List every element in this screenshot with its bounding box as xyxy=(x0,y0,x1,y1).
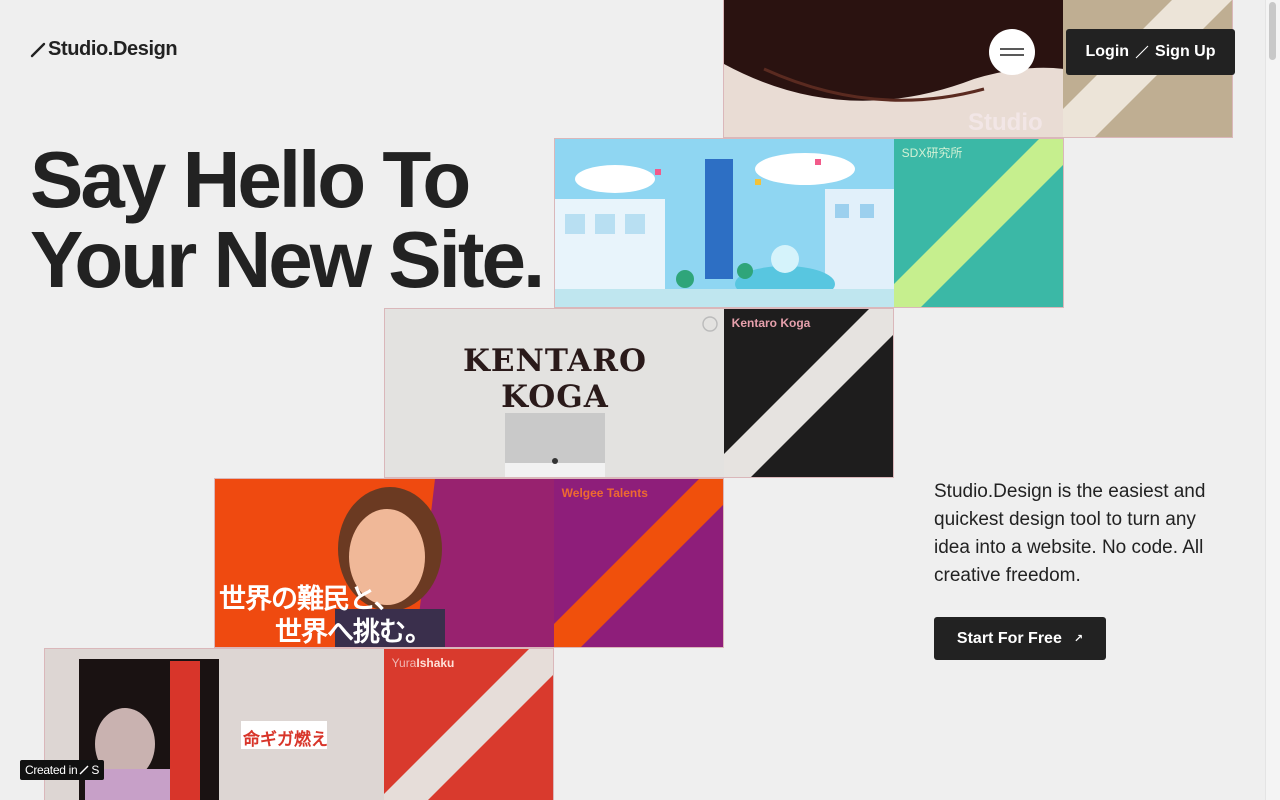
showcase-screenshot-sdx xyxy=(555,139,894,307)
created-in-badge[interactable]: Created in S xyxy=(20,760,105,780)
koga-shot-title-line-1: KENTARO xyxy=(462,343,648,379)
login-label: Login xyxy=(1085,43,1130,60)
showcase-card-sdx[interactable]: SDX研究所 xyxy=(554,138,1064,308)
diagonal-stripe-icon xyxy=(383,649,553,800)
start-for-free-button[interactable]: Start For Free ↗ xyxy=(934,617,1106,660)
sdx-illustration xyxy=(555,139,894,307)
badge-s-letter: S xyxy=(91,763,100,777)
hero-title-line-1: Say Hello To xyxy=(30,135,471,224)
koga-shot-title: KENTARO KOGA xyxy=(385,343,724,415)
yura-shot-jp-text: 命ギガ燃え xyxy=(243,730,328,750)
hamburger-icon xyxy=(1000,48,1024,56)
showcase-tile-sdx: SDX研究所 xyxy=(893,139,1063,307)
studio-shot-wordmark: Studio xyxy=(968,109,1043,136)
arrow-up-right-icon: ↗ xyxy=(1073,633,1084,645)
diagonal-stripe-icon xyxy=(893,139,1063,307)
showcase-tile-welgee: Welgee Talents xyxy=(553,479,723,647)
hero-description: Studio.Design is the easiest and quickes… xyxy=(934,481,1206,586)
showcase-card-welgee[interactable]: 世界の難民と、 世界へ挑む。 Welgee Talents xyxy=(214,478,724,648)
koga-shot-photo xyxy=(505,413,605,477)
hero-title-line-2: Your New Site. xyxy=(30,215,545,304)
showcase-tile-name-welgee: Welgee Talents xyxy=(561,486,648,500)
yura-name-light: Yura xyxy=(391,656,417,670)
welgee-jp-line-2: 世界へ挑む。 xyxy=(275,617,432,647)
welgee-shot-jp-text: 世界の難民と、 世界へ挑む。 xyxy=(219,583,432,647)
hero-title: Say Hello To Your New Site. xyxy=(30,140,590,300)
showcase-card-yura[interactable]: 命ギガ燃え YuraIshaku xyxy=(44,648,554,800)
login-signup-button[interactable]: Login Sign Up xyxy=(1066,29,1235,75)
showcase-tile-name-sdx: SDX研究所 xyxy=(901,146,963,160)
yura-name-bold: Ishaku xyxy=(416,656,455,670)
cta-label: Start For Free xyxy=(956,629,1062,647)
slash-logo-icon xyxy=(79,765,89,775)
showcase-card-koga[interactable]: KENTARO KOGA Kentaro Koga xyxy=(384,308,894,478)
logo-text: Studio.Design xyxy=(48,38,178,60)
slash-separator-icon xyxy=(1135,45,1149,59)
showcase-tile-yura: YuraIshaku xyxy=(383,649,553,800)
showcase-tile-name-koga: Kentaro Koga xyxy=(731,316,811,330)
studio-logo[interactable]: Studio.Design xyxy=(30,38,178,61)
showcase-tile-koga: Kentaro Koga xyxy=(723,309,893,477)
menu-button[interactable] xyxy=(989,29,1035,75)
koga-shot-circle-icon xyxy=(702,316,718,332)
signup-label: Sign Up xyxy=(1155,43,1216,60)
welgee-jp-line-1: 世界の難民と、 xyxy=(219,584,401,615)
koga-shot-title-line-2: KOGA xyxy=(501,379,609,415)
diagonal-stripe-icon xyxy=(553,479,723,647)
showcase-screenshot-koga: KENTARO KOGA xyxy=(385,309,724,477)
showcase-screenshot-welgee: 世界の難民と、 世界へ挑む。 xyxy=(215,479,554,647)
scrollbar-thumb[interactable] xyxy=(1269,2,1276,60)
diagonal-stripe-icon xyxy=(723,309,893,477)
page-scrollbar[interactable] xyxy=(1265,0,1280,800)
slash-logo-icon xyxy=(30,42,46,57)
showcase-tile-name-yura: YuraIshaku xyxy=(392,657,455,670)
badge-text: Created in xyxy=(25,763,78,777)
